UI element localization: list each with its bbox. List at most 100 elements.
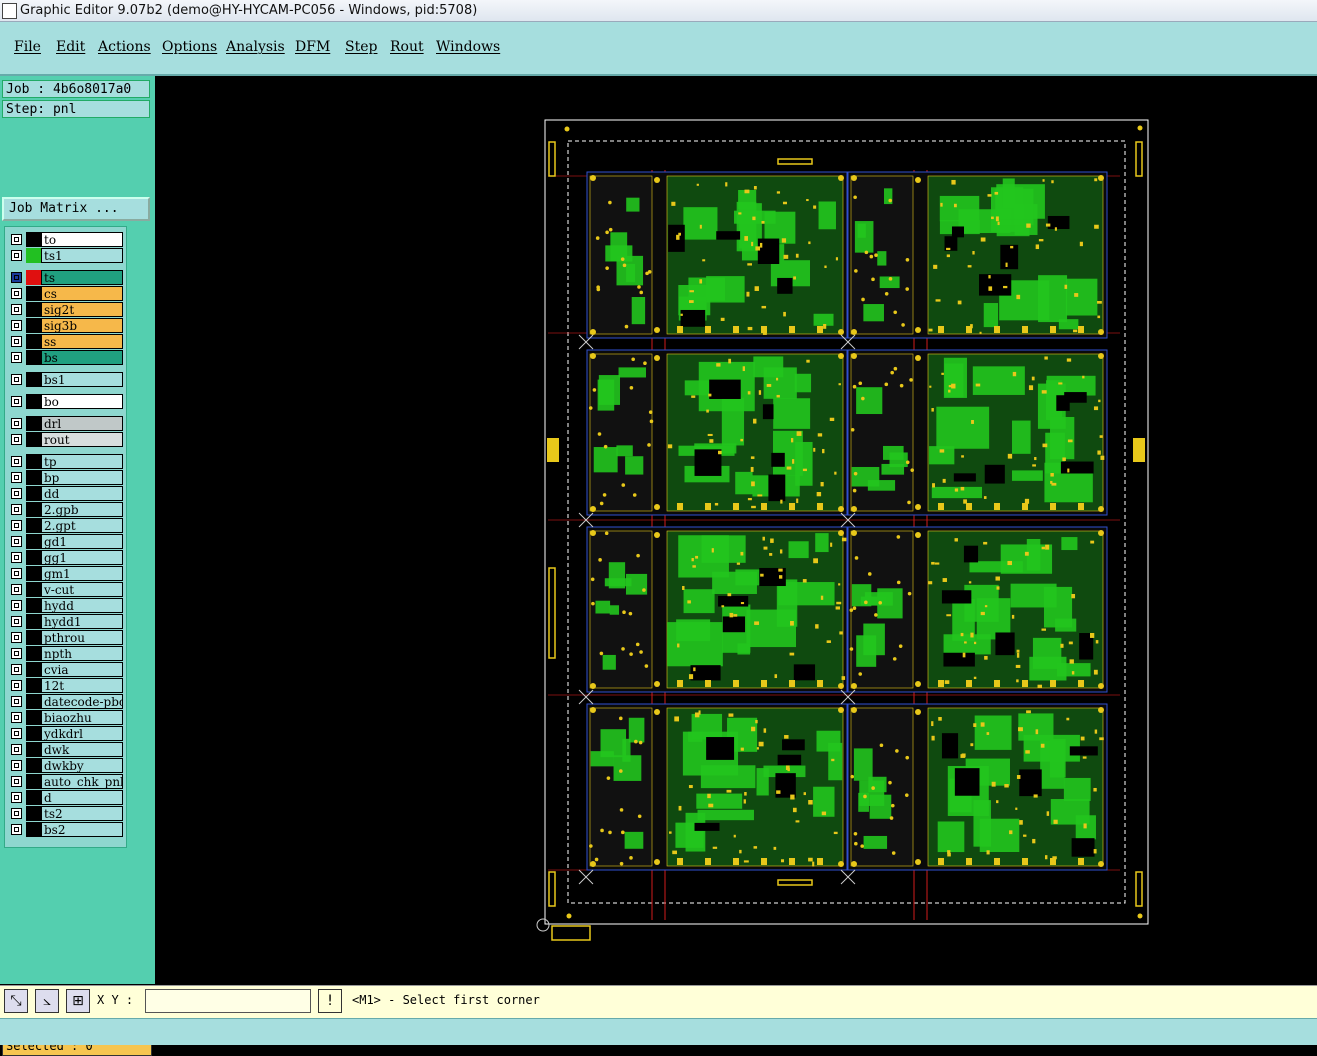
layer-row-dwk[interactable]: dwk bbox=[5, 742, 126, 757]
layer-row-ts[interactable]: ts bbox=[5, 270, 126, 285]
layer-row-gg1[interactable]: gg1 bbox=[5, 550, 126, 565]
layer-checkbox[interactable] bbox=[11, 336, 22, 347]
layer-name[interactable]: biaozhu bbox=[41, 710, 123, 725]
layer-checkbox[interactable] bbox=[11, 472, 22, 483]
layer-checkbox[interactable] bbox=[11, 520, 22, 531]
layer-checkbox[interactable] bbox=[11, 584, 22, 595]
menu-windows[interactable]: Windows bbox=[436, 39, 500, 55]
layer-row-gm1[interactable]: gm1 bbox=[5, 566, 126, 581]
layer-checkbox[interactable] bbox=[11, 434, 22, 445]
layer-row-12t[interactable]: 12t bbox=[5, 678, 126, 693]
zoom-window-icon[interactable]: ⤡ bbox=[4, 989, 28, 1013]
layer-name[interactable]: cs bbox=[41, 286, 123, 301]
job-matrix-button[interactable]: Job Matrix ... bbox=[2, 197, 150, 221]
menu-actions[interactable]: Actions bbox=[98, 39, 151, 55]
layer-row-hydd[interactable]: hydd bbox=[5, 598, 126, 613]
layer-name[interactable]: npth bbox=[41, 646, 123, 661]
layer-row-cs[interactable]: cs bbox=[5, 286, 126, 301]
menu-options[interactable]: Options bbox=[162, 39, 217, 55]
layer-row-hydd1[interactable]: hydd1 bbox=[5, 614, 126, 629]
layer-checkbox[interactable] bbox=[11, 808, 22, 819]
layer-name[interactable]: ts1 bbox=[41, 248, 123, 263]
layer-name[interactable]: ts2 bbox=[41, 806, 123, 821]
layer-name[interactable]: rout bbox=[41, 432, 123, 447]
layer-checkbox[interactable] bbox=[11, 632, 22, 643]
layer-name[interactable]: sig3b bbox=[41, 318, 123, 333]
layer-row-2-gpb[interactable]: 2.gpb bbox=[5, 502, 126, 517]
layer-checkbox[interactable] bbox=[11, 648, 22, 659]
layer-checkbox[interactable] bbox=[11, 504, 22, 515]
layer-row-ydkdrl[interactable]: ydkdrl bbox=[5, 726, 126, 741]
layer-row-tp[interactable]: tp bbox=[5, 454, 126, 469]
layer-row-bs2[interactable]: bs2 bbox=[5, 822, 126, 837]
layer-checkbox[interactable] bbox=[11, 272, 22, 283]
layer-name[interactable]: gg1 bbox=[41, 550, 123, 565]
layer-name[interactable]: v-cut bbox=[41, 582, 123, 597]
layer-row-bp[interactable]: bp bbox=[5, 470, 126, 485]
layer-checkbox[interactable] bbox=[11, 536, 22, 547]
layer-row-sig3b[interactable]: sig3b bbox=[5, 318, 126, 333]
layer-checkbox[interactable] bbox=[11, 744, 22, 755]
menu-file[interactable]: File bbox=[14, 39, 41, 55]
layer-checkbox[interactable] bbox=[11, 552, 22, 563]
layer-name[interactable]: pthrou bbox=[41, 630, 123, 645]
layer-checkbox[interactable] bbox=[11, 288, 22, 299]
layer-checkbox[interactable] bbox=[11, 304, 22, 315]
layer-name[interactable]: bs1 bbox=[41, 372, 123, 387]
layer-name[interactable]: dwk bbox=[41, 742, 123, 757]
layer-row-drl[interactable]: drl bbox=[5, 416, 126, 431]
layer-name[interactable]: sig2t bbox=[41, 302, 123, 317]
layer-name[interactable]: hydd1 bbox=[41, 614, 123, 629]
layer-name[interactable]: hydd bbox=[41, 598, 123, 613]
menu-analysis[interactable]: Analysis bbox=[226, 39, 285, 55]
layer-checkbox[interactable] bbox=[11, 696, 22, 707]
alert-icon[interactable]: ! bbox=[318, 989, 342, 1013]
layer-name[interactable]: 12t bbox=[41, 678, 123, 693]
layer-row-ts1[interactable]: ts1 bbox=[5, 248, 126, 263]
menu-edit[interactable]: Edit bbox=[56, 39, 85, 55]
snap-grid-icon[interactable]: ⊞ bbox=[66, 989, 90, 1013]
layer-checkbox[interactable] bbox=[11, 712, 22, 723]
graphic-canvas[interactable] bbox=[155, 76, 1317, 984]
layer-row-2-gpt[interactable]: 2.gpt bbox=[5, 518, 126, 533]
layer-checkbox[interactable] bbox=[11, 824, 22, 835]
layer-checkbox[interactable] bbox=[11, 234, 22, 245]
layer-name[interactable]: ydkdrl bbox=[41, 726, 123, 741]
layer-name[interactable]: datecode-pbo bbox=[41, 694, 123, 709]
layer-checkbox[interactable] bbox=[11, 664, 22, 675]
layer-checkbox[interactable] bbox=[11, 488, 22, 499]
layer-row-bs[interactable]: bs bbox=[5, 350, 126, 365]
layer-row-datecode-pbo[interactable]: datecode-pbo bbox=[5, 694, 126, 709]
layer-name[interactable]: gd1 bbox=[41, 534, 123, 549]
layer-name[interactable]: auto_chk_pnl bbox=[41, 774, 123, 789]
layer-row-dwkby[interactable]: dwkby bbox=[5, 758, 126, 773]
layer-row-ts2[interactable]: ts2 bbox=[5, 806, 126, 821]
layer-name[interactable]: 2.gpb bbox=[41, 502, 123, 517]
layer-name[interactable]: 2.gpt bbox=[41, 518, 123, 533]
layer-checkbox[interactable] bbox=[11, 776, 22, 787]
layer-row-to[interactable]: to bbox=[5, 232, 126, 247]
layer-checkbox[interactable] bbox=[11, 760, 22, 771]
layer-checkbox[interactable] bbox=[11, 728, 22, 739]
layer-checkbox[interactable] bbox=[11, 600, 22, 611]
layer-row-sig2t[interactable]: sig2t bbox=[5, 302, 126, 317]
layer-checkbox[interactable] bbox=[11, 320, 22, 331]
layer-row-d[interactable]: d bbox=[5, 790, 126, 805]
layer-name[interactable]: bp bbox=[41, 470, 123, 485]
layer-row-bo[interactable]: bo bbox=[5, 394, 126, 409]
layer-name[interactable]: dwkby bbox=[41, 758, 123, 773]
layer-checkbox[interactable] bbox=[11, 792, 22, 803]
layer-row-pthrou[interactable]: pthrou bbox=[5, 630, 126, 645]
panel-view[interactable] bbox=[155, 76, 1317, 984]
layer-checkbox[interactable] bbox=[11, 352, 22, 363]
menu-dfm[interactable]: DFM bbox=[295, 39, 330, 55]
layer-row-biaozhu[interactable]: biaozhu bbox=[5, 710, 126, 725]
layer-checkbox[interactable] bbox=[11, 616, 22, 627]
layer-name[interactable]: bs2 bbox=[41, 822, 123, 837]
layer-name[interactable]: ss bbox=[41, 334, 123, 349]
layer-checkbox[interactable] bbox=[11, 374, 22, 385]
layer-name[interactable]: ts bbox=[41, 270, 123, 285]
menu-rout[interactable]: Rout bbox=[390, 39, 424, 55]
layer-row-npth[interactable]: npth bbox=[5, 646, 126, 661]
measure-icon[interactable]: ⦣ bbox=[35, 989, 59, 1013]
